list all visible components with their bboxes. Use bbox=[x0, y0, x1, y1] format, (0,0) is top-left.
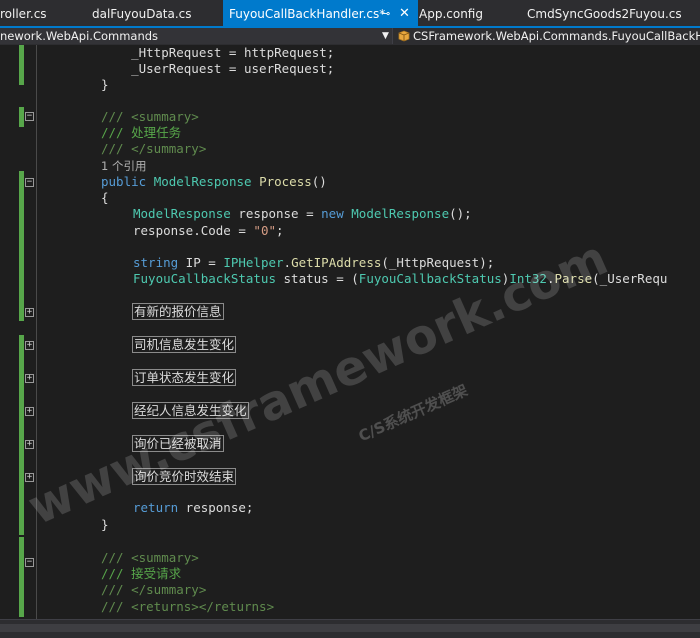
tab-app-config[interactable]: App.config bbox=[419, 0, 483, 26]
change-marker bbox=[19, 171, 24, 321]
region-label: 有新的报价信息 bbox=[132, 303, 224, 320]
xml-doc-comment: /// </summary> bbox=[101, 141, 207, 156]
collapsed-region[interactable]: 询价已经被取消 bbox=[132, 435, 224, 452]
watermark-subtitle: C/S系统开发框架 bbox=[355, 381, 471, 446]
tab-fuyou-callback-handler[interactable]: FuyouCallBackHandler.cs* ⊸ ✕ bbox=[223, 0, 418, 26]
member-dropdown[interactable]: CSFramework.WebApi.Commands.FuyouCallBac… bbox=[398, 28, 700, 44]
xml-doc-comment: /// 接受请求 bbox=[101, 566, 182, 581]
code-line: FuyouCallbackStatus status = (FuyouCallb… bbox=[133, 271, 668, 286]
chevron-down-icon: ▼ bbox=[382, 31, 389, 41]
tab-controller[interactable]: roller.cs bbox=[0, 0, 47, 26]
codelens-references[interactable]: 1 个引用 bbox=[101, 158, 146, 174]
region-label: 司机信息发生变化 bbox=[132, 336, 237, 353]
pin-icon[interactable]: ⊸ bbox=[381, 0, 390, 28]
project-dropdown-label: nework.WebApi.Commands bbox=[0, 29, 159, 43]
xml-doc-comment: /// <summary> bbox=[101, 550, 199, 565]
expand-icon[interactable]: + bbox=[25, 341, 34, 350]
region-label: 经纪人信息发生变化 bbox=[132, 402, 249, 419]
change-marker bbox=[19, 537, 24, 617]
code-line: response.Code = "0"; bbox=[133, 223, 284, 238]
member-dropdown-label: CSFramework.WebApi.Commands.FuyouCallBac… bbox=[413, 29, 700, 43]
expand-icon[interactable]: + bbox=[25, 440, 34, 449]
tab-active-label: FuyouCallBackHandler.cs* bbox=[229, 7, 386, 21]
code-line: } bbox=[101, 77, 109, 92]
code-line-method-signature: public ModelResponse Process() bbox=[101, 174, 327, 189]
xml-doc-comment: /// </summary> bbox=[101, 582, 207, 597]
expand-icon[interactable]: + bbox=[25, 308, 34, 317]
xml-doc-comment: /// <returns></returns> bbox=[101, 599, 275, 614]
code-line: _UserRequest = userRequest; bbox=[101, 61, 335, 76]
project-dropdown[interactable]: nework.WebApi.Commands ▼ bbox=[0, 28, 393, 44]
navigation-bar: nework.WebApi.Commands ▼ CSFramework.Web… bbox=[0, 28, 700, 46]
tab-cmd-sync-goods[interactable]: CmdSyncGoods2Fuyou.cs bbox=[527, 0, 682, 26]
collapsed-region[interactable]: 司机信息发生变化 bbox=[132, 336, 237, 353]
outline-guide bbox=[36, 45, 37, 619]
collapsed-region[interactable]: 询价竞价时效结束 bbox=[132, 468, 237, 485]
region-label: 订单状态发生变化 bbox=[132, 369, 237, 386]
region-label: 询价已经被取消 bbox=[132, 435, 224, 452]
collapsed-region[interactable]: 经纪人信息发生变化 bbox=[132, 402, 249, 419]
code-line: { bbox=[101, 190, 109, 205]
expand-icon[interactable]: + bbox=[25, 407, 34, 416]
collapsed-region[interactable]: 有新的报价信息 bbox=[132, 303, 224, 320]
code-line: _HttpRequest = httpRequest; bbox=[101, 45, 335, 60]
xml-doc-comment: /// <summary> bbox=[101, 109, 199, 124]
region-label: 询价竞价时效结束 bbox=[132, 468, 237, 485]
collapse-icon[interactable]: − bbox=[25, 558, 34, 567]
change-marker bbox=[19, 335, 24, 535]
code-line: ModelResponse response = new ModelRespon… bbox=[133, 206, 472, 221]
expand-icon[interactable]: + bbox=[25, 473, 34, 482]
code-line: string IP = IPHelper.GetIPAddress(_HttpR… bbox=[133, 255, 495, 270]
code-line: } bbox=[101, 517, 109, 532]
xml-doc-comment: /// 处理任务 bbox=[101, 125, 182, 140]
document-tab-bar: roller.cs dalFuyouData.cs FuyouCallBackH… bbox=[0, 0, 700, 28]
tab-dal-fuyou-data[interactable]: dalFuyouData.cs bbox=[92, 0, 192, 26]
code-editor[interactable]: − − + + + + + + − _HttpRequest = httpReq… bbox=[0, 45, 700, 619]
code-line: return response; bbox=[133, 500, 254, 515]
class-icon bbox=[398, 30, 410, 42]
expand-icon[interactable]: + bbox=[25, 374, 34, 383]
collapse-icon[interactable]: − bbox=[25, 178, 34, 187]
change-marker bbox=[19, 45, 24, 85]
change-marker bbox=[19, 107, 24, 127]
collapse-icon[interactable]: − bbox=[25, 112, 34, 121]
collapsed-region[interactable]: 订单状态发生变化 bbox=[132, 369, 237, 386]
close-icon[interactable]: ✕ bbox=[399, 0, 410, 28]
scrollbar-thumb[interactable] bbox=[0, 624, 700, 632]
